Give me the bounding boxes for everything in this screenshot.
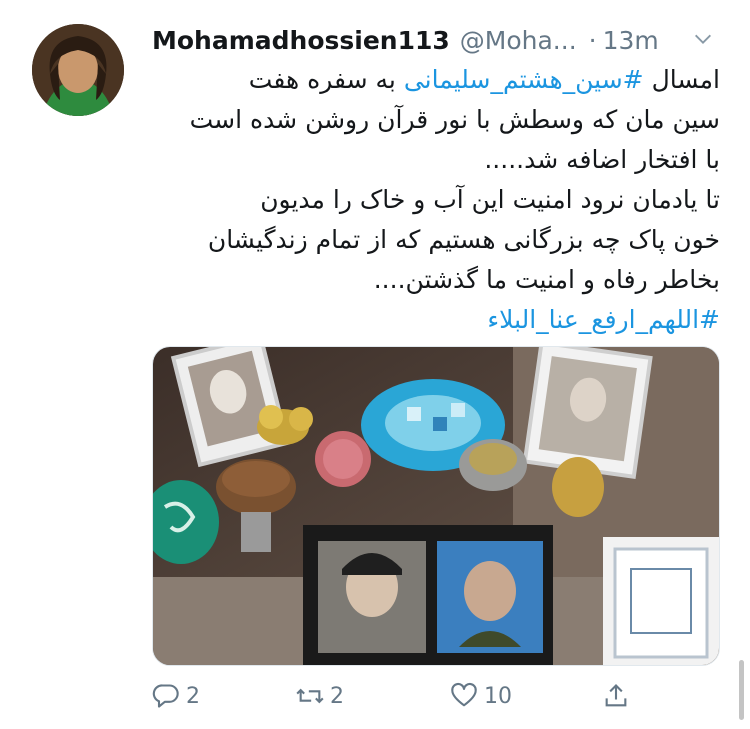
retweet-button[interactable]: 2 [296, 676, 344, 716]
hashtag-link[interactable]: #سین_هشتم_سلیمانی [404, 65, 644, 94]
heart-icon [451, 682, 477, 707]
retweet-count: 2 [330, 683, 344, 709]
retweet-icon [296, 688, 324, 704]
user-handle[interactable]: @Moha... [460, 26, 577, 55]
tweet-actions: 2 2 10 [150, 676, 720, 716]
avatar-image [32, 24, 124, 116]
like-button[interactable]: 10 [450, 676, 512, 716]
user-avatar[interactable] [32, 24, 124, 116]
reply-count: 2 [186, 683, 200, 709]
tweet-line-2: سین مان که وسطش با نور قرآن روشن شده است [189, 105, 720, 134]
share-icon [605, 684, 627, 707]
tweet-header: Mohamadhossien113 @Moha... · 13m [152, 22, 722, 58]
scrollbar[interactable] [739, 660, 744, 720]
hashtag-link[interactable]: #اللهم_ارفع_عنا_البلاء [150, 300, 720, 340]
text-segment: امسال [643, 65, 720, 94]
tweet-line-4: تا یادمان نرود امنیت این آب و خاک را مدی… [260, 185, 720, 214]
tweet-line-3: با افتخار اضافه شد..... [484, 145, 720, 174]
reply-icon [152, 684, 179, 708]
share-button[interactable] [602, 676, 630, 716]
tweet-text: امسال #سین_هشتم_سلیمانی به سفره هفت سین … [150, 60, 720, 340]
like-count: 10 [484, 683, 512, 709]
tweet-line-5: خون پاک چه بزرگانی هستیم که از تمام زندگ… [207, 225, 720, 254]
tweet-timestamp[interactable]: 13m [603, 26, 659, 55]
haftseen-photo [153, 347, 719, 665]
tweet-line-6: بخاطر رفاه و امنیت ما گذشتن.... [373, 265, 720, 294]
reply-button[interactable]: 2 [152, 676, 200, 716]
separator-dot: · [588, 25, 597, 55]
display-name[interactable]: Mohamadhossien113 [152, 26, 450, 55]
chevron-down-icon[interactable] [692, 28, 714, 50]
text-segment: به سفره هفت [248, 65, 404, 94]
tweet-line-1: امسال #سین_هشتم_سلیمانی به سفره هفت [150, 60, 720, 100]
tweet-photo[interactable] [152, 346, 720, 666]
